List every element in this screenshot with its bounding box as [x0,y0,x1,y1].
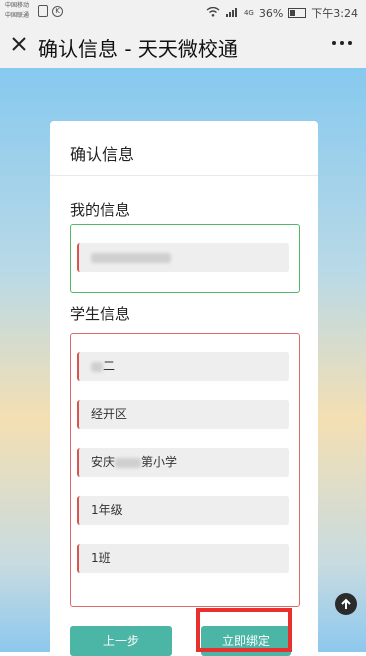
arrow-up-circle-icon[interactable] [335,593,357,615]
notification-icon [38,5,48,17]
status-bar: 中国移动 中国联通 K 4G 36% 下午3:24 [0,0,366,24]
page-title: 确认信息 - 天天微校通 [38,37,238,61]
grade-value: 1年级 [91,503,123,517]
my-info-label: 我的信息 [70,201,131,219]
student-name-field[interactable]: 二 [77,352,289,381]
carrier-1: 中国移动 [5,2,30,9]
class-field[interactable]: 1班 [77,544,289,573]
class-value: 1班 [91,551,111,565]
redacted-text [115,457,142,468]
wifi-icon [206,6,220,20]
school-field[interactable]: 安庆 第小学 [77,448,289,477]
student-name-value: 二 [103,359,116,373]
redacted-text [91,252,171,263]
highlight-box [196,608,292,652]
carrier-info: 中国移动 中国联通 [5,1,29,21]
school-value-prefix: 安庆 [91,455,116,469]
network-type: 4G [243,9,254,17]
grade-field[interactable]: 1年级 [77,496,289,525]
notification-icons: K [38,5,63,17]
app-notification-icon: K [52,5,63,17]
close-icon[interactable] [10,35,28,53]
clock: 下午3:24 [311,7,358,20]
more-icon[interactable] [332,41,352,45]
page-background: 确认信息 我的信息 学生信息 二 经开区 安庆 第小学 1年级 1班 [0,68,366,652]
battery-icon [288,8,307,18]
my-info-box [70,224,300,293]
signal-icon [225,7,239,20]
district-field[interactable]: 经开区 [77,400,289,429]
district-value: 经开区 [91,407,128,421]
card-divider [50,175,318,176]
carrier-2: 中国联通 [5,12,30,19]
status-right: 4G 36% 下午3:24 [206,5,358,21]
student-info-box: 二 经开区 安庆 第小学 1年级 1班 [70,333,300,607]
my-info-field[interactable] [77,243,289,272]
confirm-card: 确认信息 我的信息 学生信息 二 经开区 安庆 第小学 1年级 1班 [50,121,318,652]
school-value-suffix: 第小学 [141,455,178,469]
battery-percent: 36% [258,6,284,20]
student-info-label: 学生信息 [70,305,131,323]
card-title: 确认信息 [70,145,135,164]
title-bar: 确认信息 - 天天微校通 [0,24,366,69]
redacted-text [91,361,103,372]
